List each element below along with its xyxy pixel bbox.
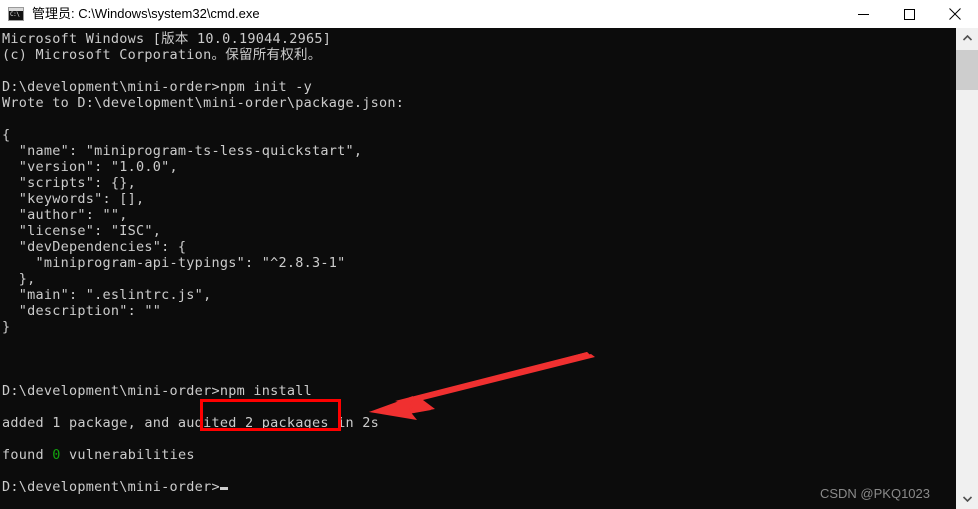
console-text-head: Microsoft Windows [版本 10.0.19044.2965] (… bbox=[2, 31, 405, 463]
minimize-button[interactable] bbox=[840, 0, 886, 28]
scroll-up-icon[interactable] bbox=[956, 28, 978, 48]
maximize-button[interactable] bbox=[886, 0, 932, 28]
watermark: CSDN @PKQ1023 bbox=[819, 486, 930, 501]
vulnerability-count: 0 bbox=[52, 447, 61, 463]
window-title: 管理员: C:\Windows\system32\cmd.exe bbox=[32, 6, 260, 21]
cmd-window: 管理员: C:\Windows\system32\cmd.exe Mi bbox=[0, 0, 978, 509]
close-button[interactable] bbox=[932, 0, 978, 28]
title-bar[interactable]: 管理员: C:\Windows\system32\cmd.exe bbox=[0, 0, 978, 28]
scroll-down-icon[interactable] bbox=[956, 489, 978, 509]
scroll-thumb[interactable] bbox=[956, 50, 978, 90]
console-output-area[interactable]: Microsoft Windows [版本 10.0.19044.2965] (… bbox=[0, 28, 956, 509]
window-controls bbox=[840, 0, 978, 28]
vertical-scrollbar[interactable] bbox=[956, 28, 978, 509]
cmd-console-icon bbox=[8, 7, 24, 21]
text-cursor bbox=[219, 487, 228, 490]
console-text: Microsoft Windows [版本 10.0.19044.2965] (… bbox=[2, 31, 404, 495]
